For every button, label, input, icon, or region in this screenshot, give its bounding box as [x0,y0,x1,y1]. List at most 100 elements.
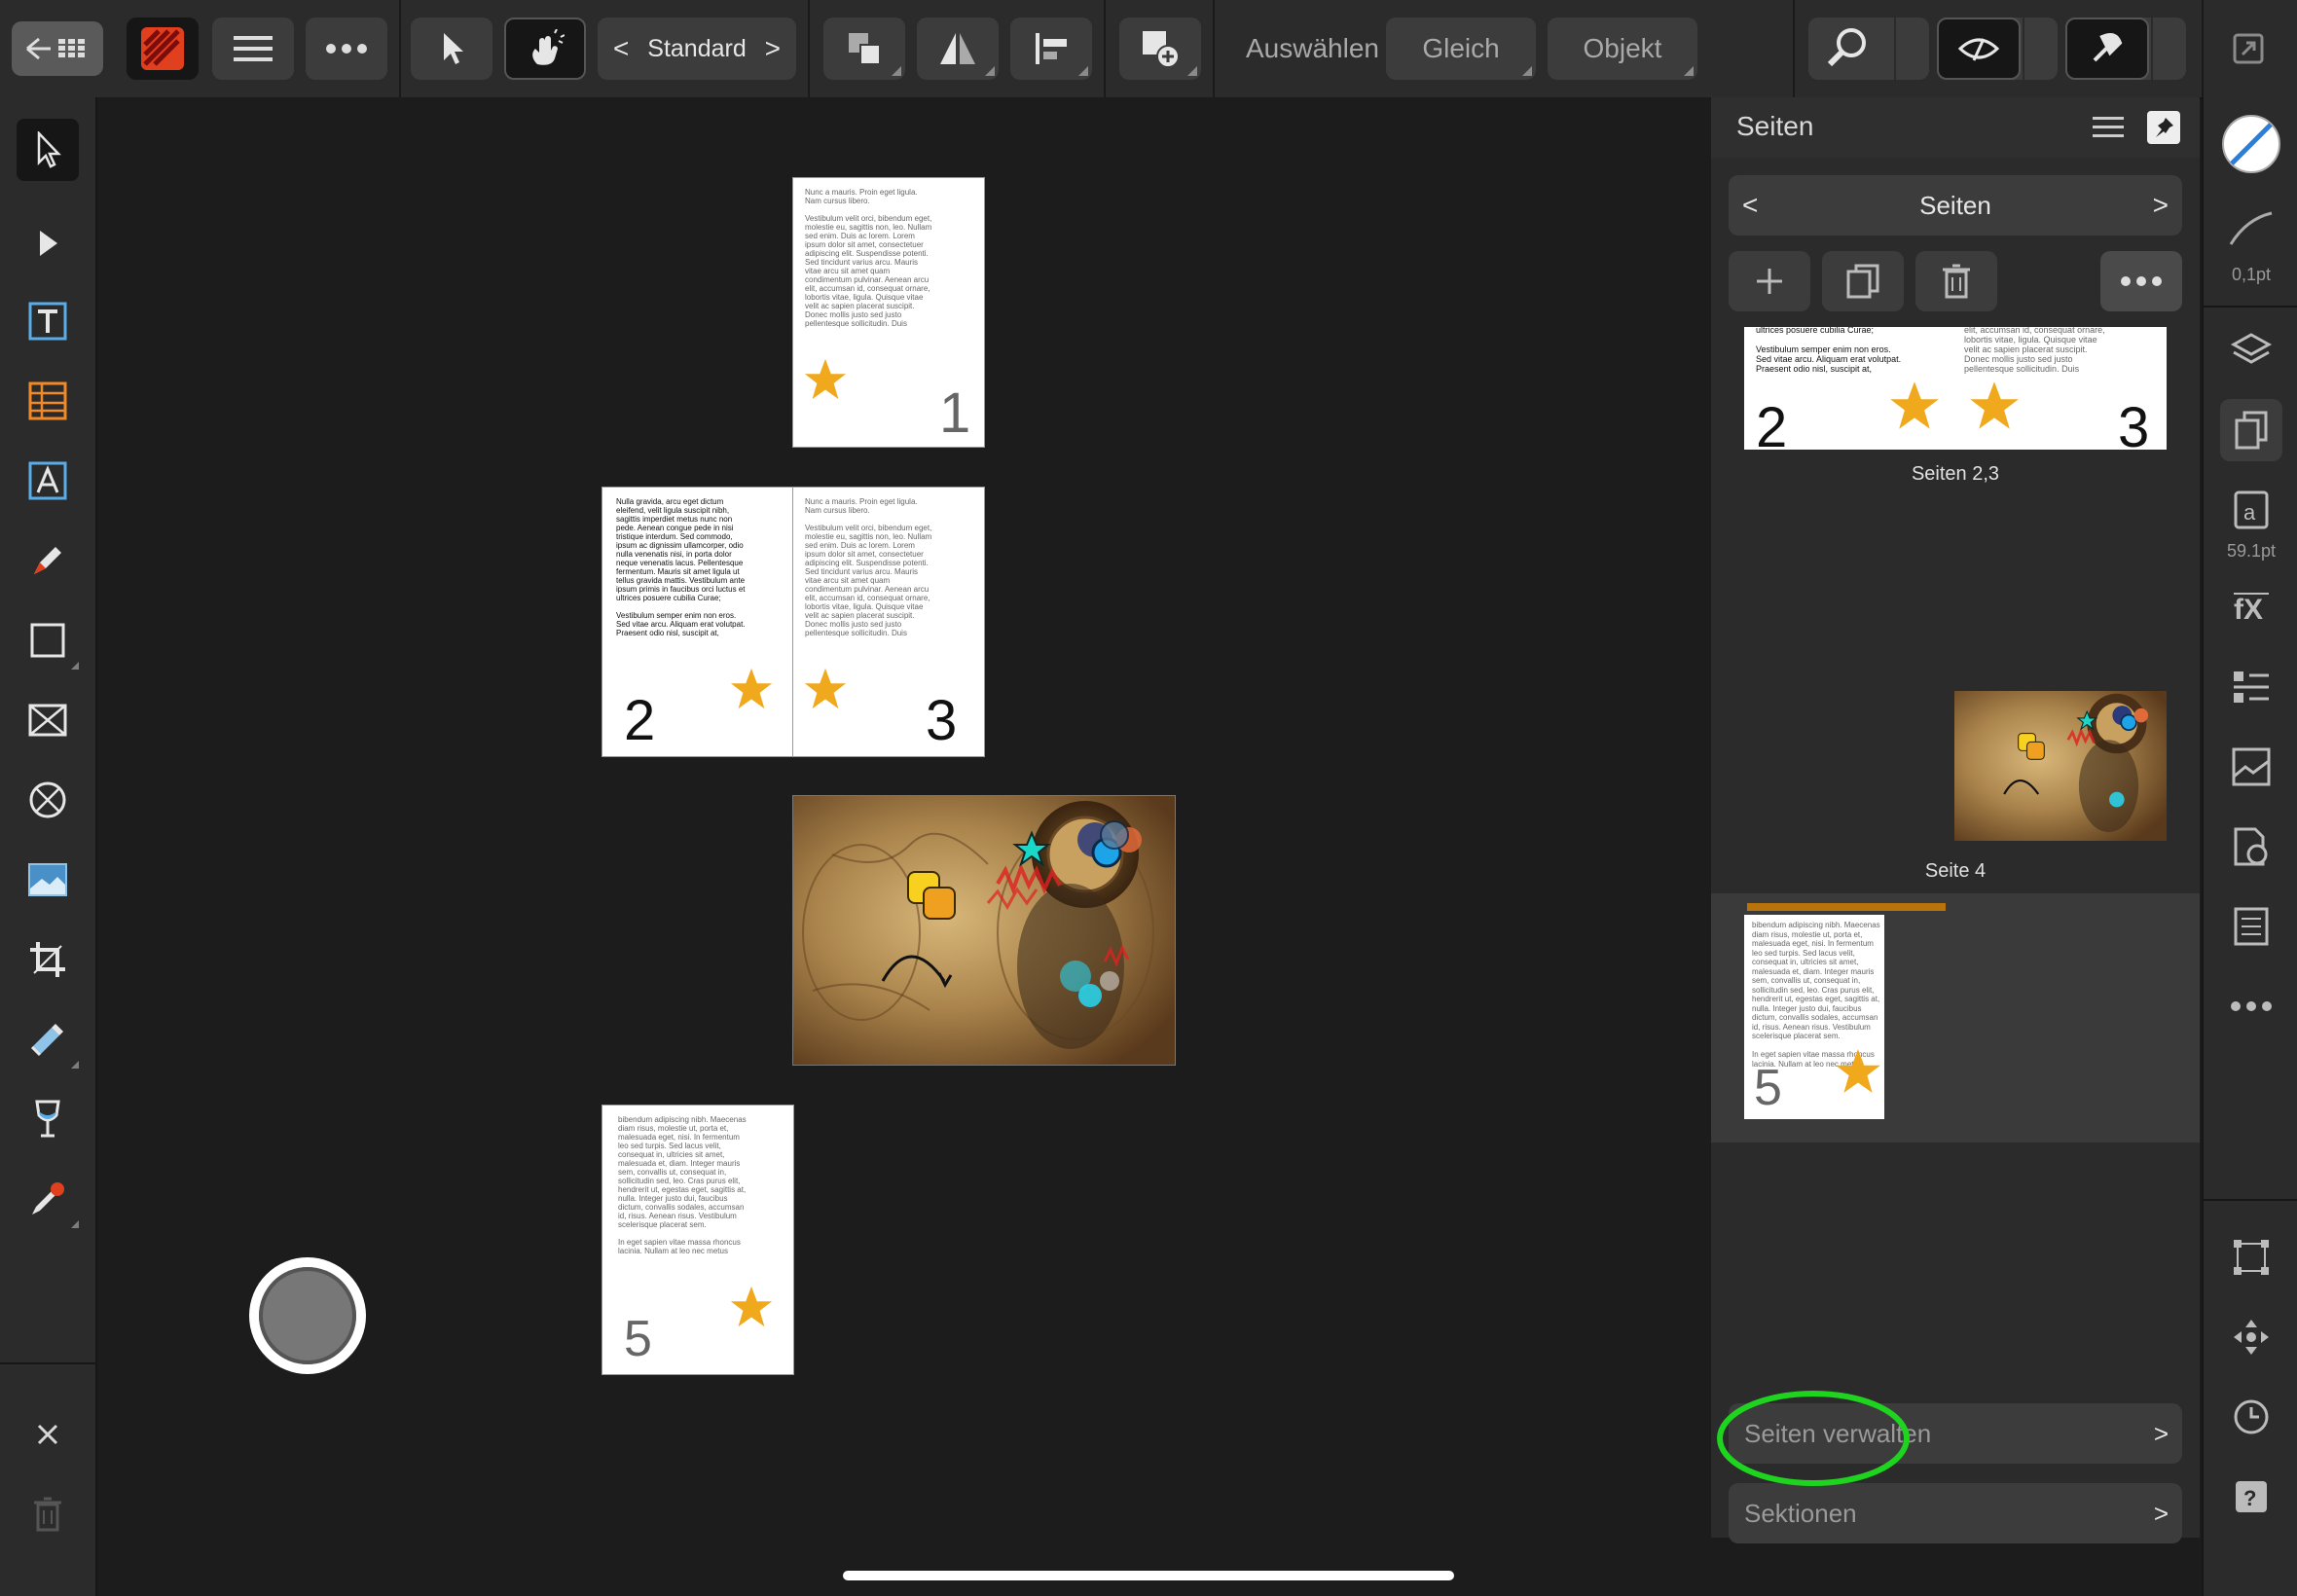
more-icon [2121,276,2162,286]
spread-left-number: 2 [1756,396,1788,459]
rectangle-tool-icon[interactable] [17,609,79,671]
panel-menu-icon[interactable] [2093,115,2124,145]
delete-page-button[interactable] [1915,251,1997,311]
character-icon[interactable]: a [2220,479,2282,541]
page-5[interactable]: bibendum adipiscing nibh. Maecenas diam … [602,1105,794,1375]
effects-icon[interactable]: fX [2220,576,2282,638]
spread-left-text: ipsum primis in faucibus orci luctus et … [1756,327,1902,374]
resource-manager-icon[interactable] [2220,736,2282,798]
page-5-selected-row[interactable]: bibendum adipiscing nibh. Maecenas diam … [1711,893,2200,1143]
pen-tool-icon[interactable] [17,529,79,592]
back-grid-icon[interactable] [12,21,103,76]
more-studios-icon[interactable] [2220,975,2282,1037]
insert-icon[interactable] [1119,18,1201,80]
publisher-logo[interactable] [127,18,199,80]
artistic-text-tool-icon[interactable] [17,450,79,512]
spread-caption: Seiten 2,3 [1911,463,2000,485]
flip-icon[interactable] [917,18,999,80]
persona-mode-selector[interactable]: < Standard > [598,18,796,80]
panel-title: Seiten [1736,111,1814,141]
transparency-tool-icon[interactable] [17,1088,79,1150]
page-1-text: Nunc a mauris. Proin eget ligula. Nam cu… [805,188,932,328]
pointer-icon[interactable] [411,18,492,80]
page-4-thumbnail[interactable] [1954,691,2167,841]
gesture-icon[interactable] [504,18,586,80]
add-page-button[interactable] [1729,251,1810,311]
star-icon [1836,1049,1880,1093]
chevron-right-icon[interactable]: > [765,33,781,64]
home-indicator[interactable] [843,1571,1454,1580]
tools-panel [0,97,97,1596]
arrange-icon[interactable] [823,18,905,80]
menu-icon[interactable] [212,18,294,80]
history-icon[interactable] [2220,1386,2282,1448]
toolbar-separator [1213,0,1215,97]
trash-icon[interactable] [17,1483,79,1545]
more-page-options-button[interactable] [2100,251,2182,311]
document-canvas[interactable]: Nunc a mauris. Proin eget ligula. Nam cu… [97,97,1710,1596]
move-tool-icon[interactable] [17,119,79,181]
highlight-ring [1717,1391,1910,1486]
node-tool-icon[interactable] [17,212,79,274]
studio-strip: 0,1pt a 59.1pt fX ? [2202,97,2297,1596]
chevron-right-icon: > [2153,1418,2169,1448]
duplicate-page-button[interactable] [1822,251,1904,311]
place-image-tool-icon[interactable] [17,849,79,911]
select-same-label: Gleich [1422,33,1500,63]
page-4[interactable] [792,795,1176,1066]
page-5-thumbnail[interactable]: bibendum adipiscing nibh. Maecenas diam … [1744,915,1884,1119]
page-5-text: bibendum adipiscing nibh. Maecenas diam … [618,1115,747,1255]
transform-icon[interactable] [2220,1226,2282,1288]
align-icon[interactable] [1010,18,1092,80]
strip-divider [2204,306,2297,308]
page-2-text: Nulla gravida, arcu eget dictum eleifend… [616,497,746,637]
select-same-button[interactable]: Gleich [1386,18,1536,80]
ellipse-frame-tool-icon[interactable] [17,769,79,831]
crop-tool-icon[interactable] [17,928,79,991]
selected-page-indicator [1747,903,1946,911]
page-list[interactable]: ipsum primis in faucibus orci luctus et … [1711,327,2200,1392]
page-4-caption: Seite 4 [1924,860,1987,882]
pin-icon[interactable] [2147,111,2180,144]
submenu-indicator-icon [71,662,79,670]
panel-nav-bar[interactable]: < Seiten > [1729,175,2182,236]
fill-tool-icon[interactable] [17,1008,79,1070]
select-object-button[interactable]: Objekt [1548,18,1697,80]
close-icon[interactable] [17,1403,79,1466]
fill-swatch-icon[interactable] [2220,113,2282,175]
picture-frame-tool-icon[interactable] [17,689,79,751]
plus-icon [1757,269,1782,294]
navigator-icon[interactable] [2220,1306,2282,1368]
page-2[interactable]: Nulla gravida, arcu eget dictum eleifend… [602,487,793,757]
snapping-icon[interactable] [2065,18,2186,80]
page-5-number: 5 [624,1311,652,1367]
record-button[interactable] [249,1257,366,1374]
map-illustration [793,796,1175,1065]
star-icon [1970,381,2019,429]
star-icon [1890,381,1939,429]
page-2-number: 2 [624,689,656,752]
stroke-icon[interactable] [2220,204,2282,253]
pages-panel-icon[interactable] [2220,399,2282,461]
record-button-core [259,1267,356,1364]
preflight-icon[interactable] [2220,895,2282,958]
help-icon[interactable]: ? [2220,1466,2282,1528]
color-picker-tool-icon[interactable] [17,1168,79,1230]
chevron-right-icon[interactable]: > [2153,190,2169,221]
zoom-icon[interactable] [1808,18,1929,80]
svg-text:a: a [2243,500,2256,525]
frame-text-tool-icon[interactable] [17,290,79,352]
chevron-left-icon[interactable]: < [613,33,629,64]
layers-icon[interactable] [2220,319,2282,381]
spread-2-3-thumbnail[interactable]: ipsum primis in faucibus orci luctus et … [1744,327,2167,459]
document-settings-icon[interactable] [2220,816,2282,878]
page-3[interactable]: Nunc a mauris. Proin eget ligula. Nam cu… [792,487,985,757]
fullscreen-icon[interactable] [2217,18,2279,80]
page-3-text: Nunc a mauris. Proin eget ligula. Nam cu… [805,497,932,637]
more-icon[interactable] [306,18,387,80]
toolbar-separator [1104,0,1106,97]
text-styles-icon[interactable] [2220,656,2282,718]
table-tool-icon[interactable] [17,370,79,432]
view-icon[interactable] [1937,18,2058,80]
page-1[interactable]: Nunc a mauris. Proin eget ligula. Nam cu… [792,177,985,448]
